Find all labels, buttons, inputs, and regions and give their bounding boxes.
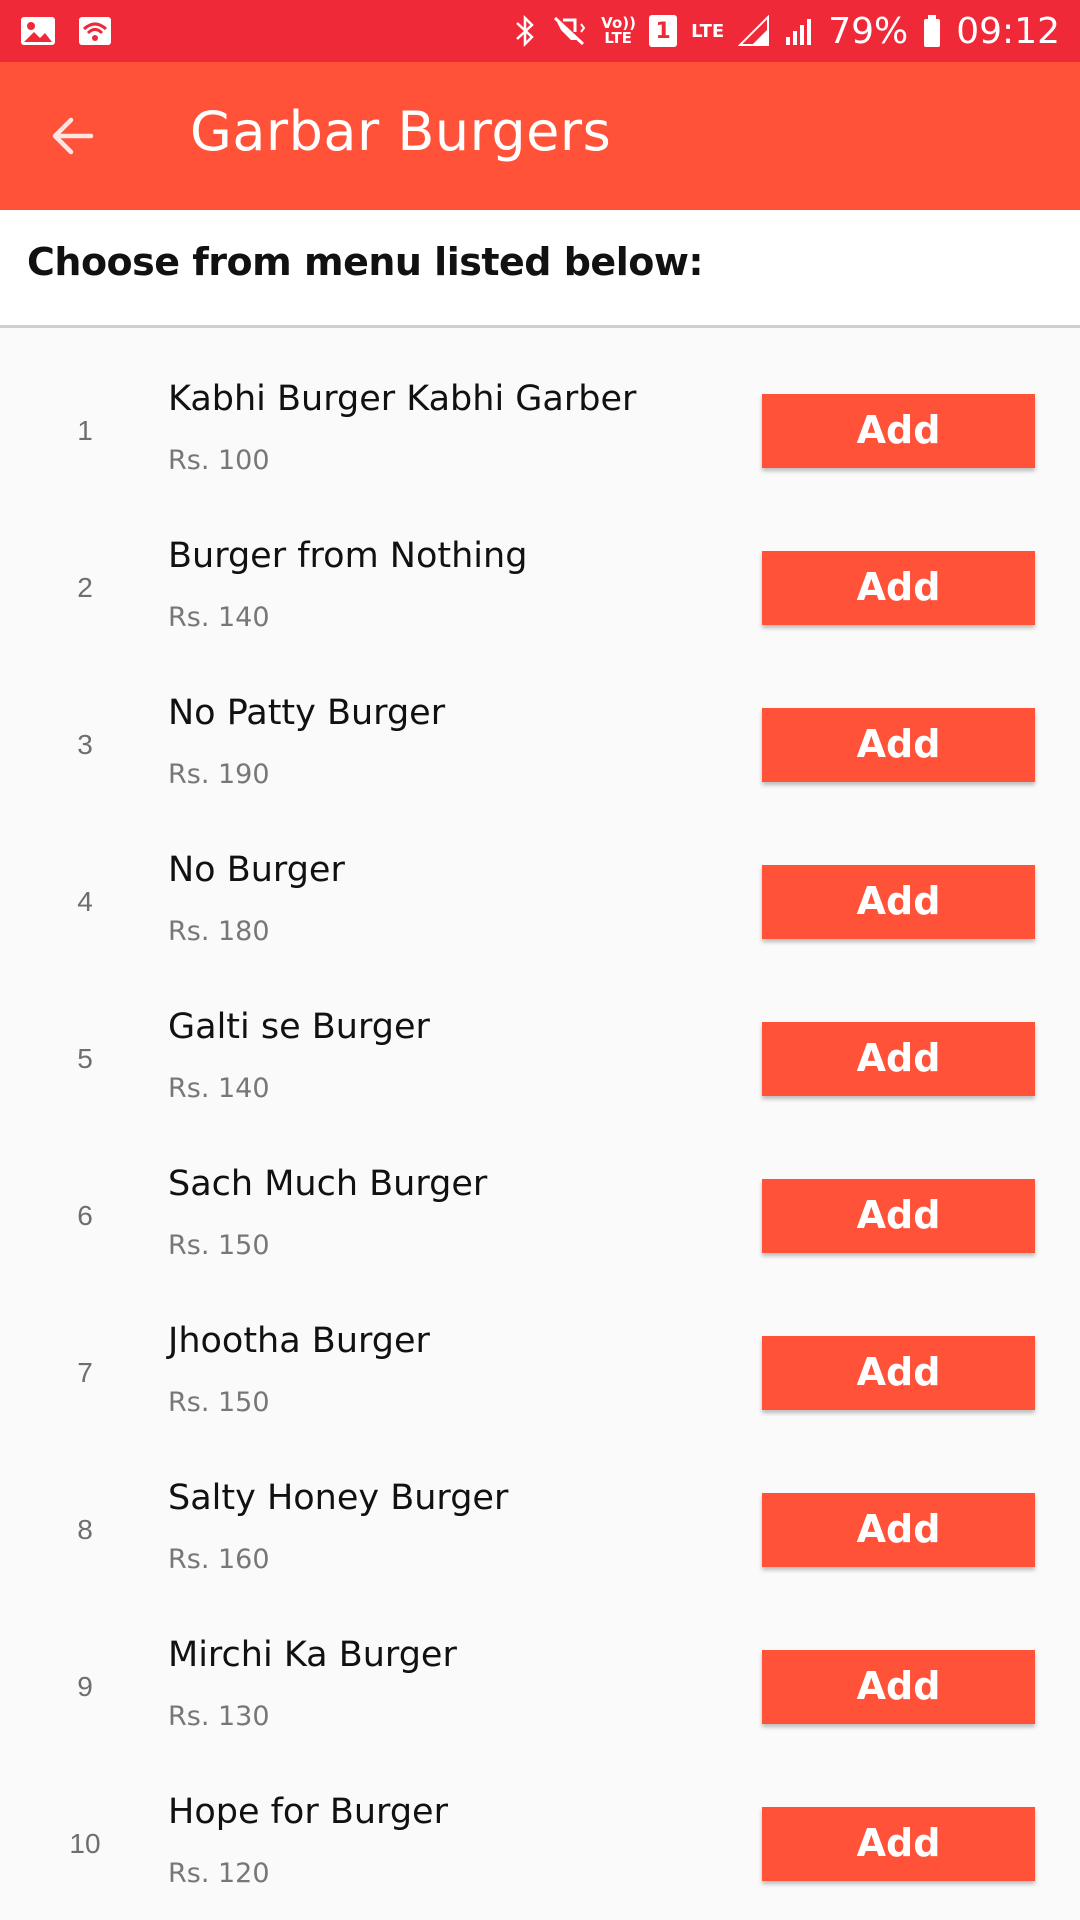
vibrate-mute-icon — [551, 14, 587, 48]
item-name: Salty Honey Burger — [168, 1478, 509, 1518]
app-bar: Garbar Burgers — [0, 62, 1080, 210]
signal-sim2-icon — [784, 15, 814, 47]
item-name: Mirchi Ka Burger — [168, 1635, 457, 1675]
item-index: 3 — [77, 729, 93, 760]
item-price: Rs. 150 — [168, 1230, 270, 1261]
add-button[interactable]: Add — [762, 708, 1035, 782]
add-button[interactable]: Add — [762, 1807, 1035, 1881]
item-name: Sach Much Burger — [168, 1164, 488, 1204]
item-index: 7 — [77, 1357, 93, 1388]
item-index: 4 — [77, 886, 93, 917]
item-index: 6 — [77, 1200, 93, 1231]
item-price: Rs. 150 — [168, 1387, 270, 1418]
menu-header: Choose from menu listed below: — [0, 210, 1080, 328]
item-index: 5 — [77, 1043, 93, 1074]
arrow-left-icon — [52, 117, 94, 155]
sim-indicator: 1 — [649, 15, 678, 47]
page-title: Garbar Burgers — [190, 100, 612, 163]
item-price: Rs. 160 — [168, 1544, 270, 1575]
status-bar: Vo)) LTE 1 LTE 79% 09:12 — [0, 0, 1080, 62]
list-item: 5 Galti se Burger Rs. 140 Add — [0, 959, 1080, 1116]
list-item: 7 Jhootha Burger Rs. 150 Add — [0, 1273, 1080, 1430]
item-name: Hope for Burger — [168, 1792, 448, 1832]
item-price: Rs. 180 — [168, 916, 270, 947]
add-button[interactable]: Add — [762, 1336, 1035, 1410]
image-icon — [20, 16, 56, 46]
add-button[interactable]: Add — [762, 1493, 1035, 1567]
list-item: 10 Hope for Burger Rs. 120 Add — [0, 1744, 1080, 1901]
add-button[interactable]: Add — [762, 1022, 1035, 1096]
list-item: 4 No Burger Rs. 180 Add — [0, 802, 1080, 959]
item-index: 8 — [77, 1514, 93, 1545]
item-price: Rs. 190 — [168, 759, 270, 790]
wifi-hotspot-icon — [78, 16, 112, 46]
item-name: Jhootha Burger — [168, 1321, 430, 1361]
item-name: Kabhi Burger Kabhi Garber — [168, 379, 637, 419]
add-button[interactable]: Add — [762, 394, 1035, 468]
menu-header-text: Choose from menu listed below: — [27, 240, 704, 284]
item-price: Rs. 140 — [168, 602, 270, 633]
menu-list: 1 Kabhi Burger Kabhi Garber Rs. 100 Add … — [0, 331, 1080, 1901]
item-price: Rs. 130 — [168, 1701, 270, 1732]
volte-indicator: Vo)) LTE — [601, 14, 636, 47]
battery-percent: 79% — [828, 10, 909, 52]
add-button[interactable]: Add — [762, 551, 1035, 625]
list-item: 2 Burger from Nothing Rs. 140 Add — [0, 488, 1080, 645]
item-name: No Burger — [168, 850, 345, 890]
item-price: Rs. 140 — [168, 1073, 270, 1104]
list-item: 1 Kabhi Burger Kabhi Garber Rs. 100 Add — [0, 331, 1080, 488]
item-name: Burger from Nothing — [168, 536, 528, 576]
battery-icon — [922, 14, 942, 48]
bluetooth-icon — [513, 14, 537, 48]
item-name: No Patty Burger — [168, 693, 446, 733]
lte-indicator: LTE — [691, 20, 725, 42]
add-button[interactable]: Add — [762, 1650, 1035, 1724]
item-price: Rs. 100 — [168, 445, 270, 476]
clock: 09:12 — [956, 10, 1060, 52]
item-price: Rs. 120 — [168, 1858, 270, 1889]
signal-sim1-icon — [738, 15, 770, 47]
add-button[interactable]: Add — [762, 1179, 1035, 1253]
item-index: 2 — [77, 572, 93, 603]
list-item: 9 Mirchi Ka Burger Rs. 130 Add — [0, 1587, 1080, 1744]
item-index: 10 — [69, 1828, 101, 1859]
item-index: 9 — [77, 1671, 93, 1702]
list-item: 3 No Patty Burger Rs. 190 Add — [0, 645, 1080, 802]
add-button[interactable]: Add — [762, 865, 1035, 939]
item-name: Galti se Burger — [168, 1007, 430, 1047]
list-item: 8 Salty Honey Burger Rs. 160 Add — [0, 1430, 1080, 1587]
back-button[interactable] — [44, 108, 100, 164]
item-index: 1 — [77, 415, 93, 446]
list-item: 6 Sach Much Burger Rs. 150 Add — [0, 1116, 1080, 1273]
